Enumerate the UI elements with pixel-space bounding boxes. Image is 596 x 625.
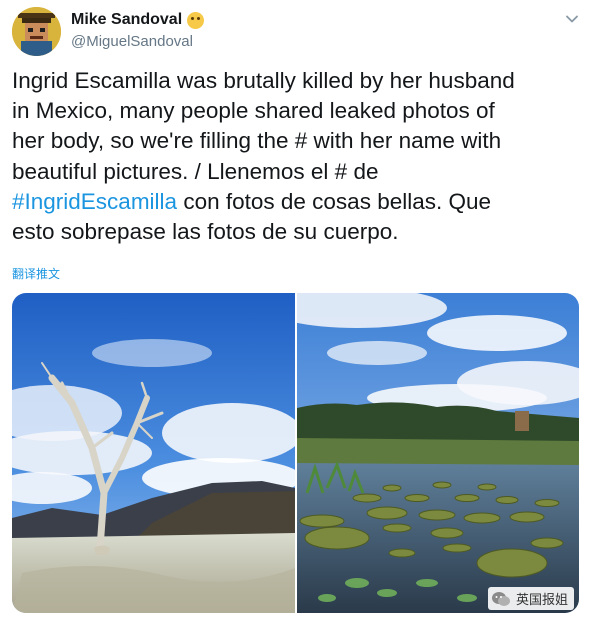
tweet-text-part1: Ingrid Escamilla was brutally killed by … xyxy=(12,68,515,184)
translate-tweet-link[interactable]: 翻译推文 xyxy=(12,265,60,282)
photo-dead-tree[interactable] xyxy=(12,293,295,613)
author-display-name[interactable]: Mike Sandoval xyxy=(71,11,182,29)
thinking-face-emoji-icon xyxy=(187,11,205,29)
author-name-row: Mike Sandoval xyxy=(71,11,205,29)
chevron-down-icon[interactable] xyxy=(565,12,579,26)
watermark-badge: 英国报姐 xyxy=(488,587,575,610)
wechat-icon xyxy=(492,591,510,606)
hashtag-link[interactable]: #IngridEscamilla xyxy=(12,189,177,214)
tweet-text: Ingrid Escamilla was brutally killed by … xyxy=(12,66,582,247)
pixel-art-avatar-icon xyxy=(12,7,61,56)
tweet-card: Mike Sandoval @MiguelSandoval Ingrid Esc… xyxy=(0,0,596,625)
photo-lily-pad-pond[interactable] xyxy=(297,293,579,613)
avatar[interactable] xyxy=(12,7,61,56)
watermark-text: 英国报姐 xyxy=(516,592,569,607)
media-grid xyxy=(12,293,579,613)
author-handle[interactable]: @MiguelSandoval xyxy=(71,33,193,50)
